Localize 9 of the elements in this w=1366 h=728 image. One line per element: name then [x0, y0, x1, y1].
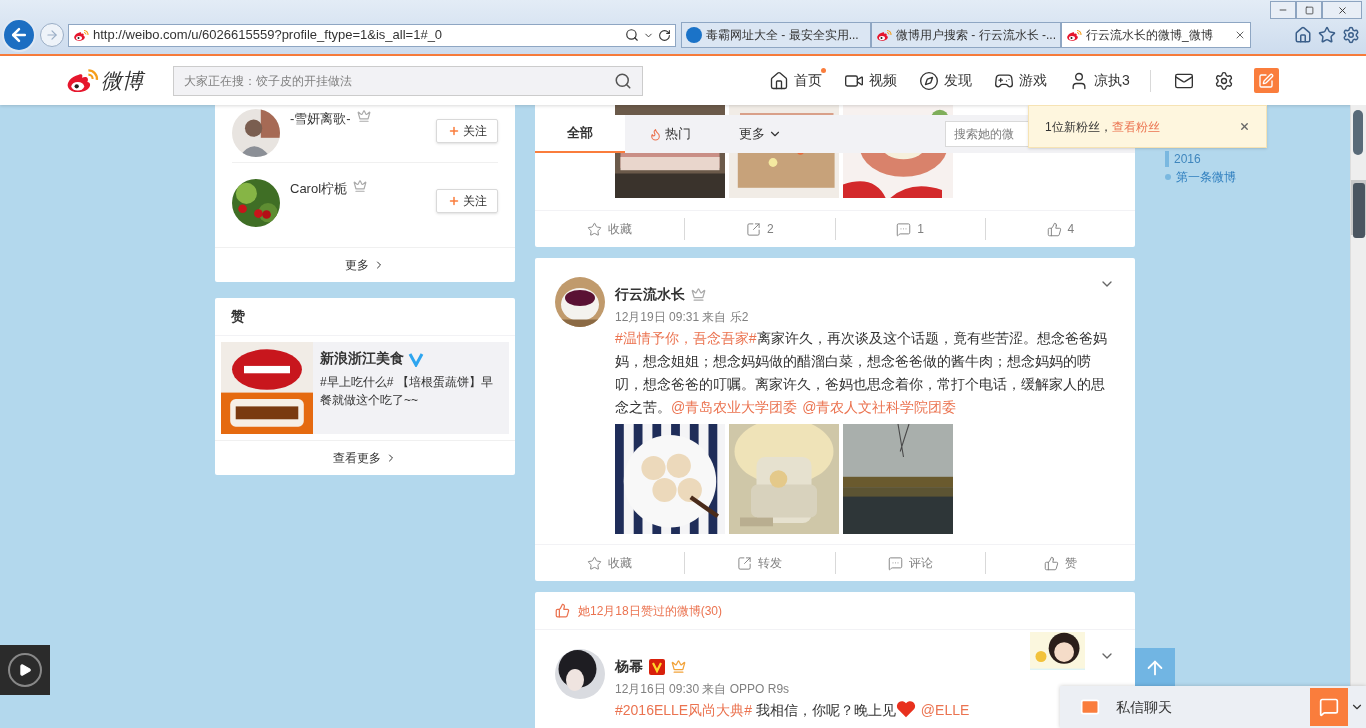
liked-text: #早上吃什么# 【培根蛋蔬饼】早餐就做这个吃了~~	[320, 374, 494, 409]
notification-text: 1位新粉丝，	[1045, 118, 1112, 136]
url-text: http://weibo.com/u/6026615559?profile_ftype=1&is_all=1#_0	[93, 26, 444, 45]
post-meta: 12月19日 09:31 来自 乐2	[615, 309, 749, 326]
post-text: #温情予你，吾念吾家#离家许久，再次谈及这个话题，竟有些苦涩。想念爸爸妈妈，想念姐姐；想念妈妈做的醋溜白菜，想念爸爸做的酱牛肉；想念妈妈的唠叨，想念爸爸的叮嘱。离家许久，爸妈也思念着你，常打个电话，缓解家人的思念之苦。@青岛农业大学团委 @青农人文社科学院团委	[615, 329, 1108, 417]
liked-header: 她12月18日赞过的微博(30)	[578, 602, 723, 620]
post-meta: 12月16日 09:30 来自 OPPO R9s	[615, 681, 790, 698]
chat-label: 私信聊天	[1116, 697, 1172, 717]
card-title: 赞	[231, 307, 245, 326]
